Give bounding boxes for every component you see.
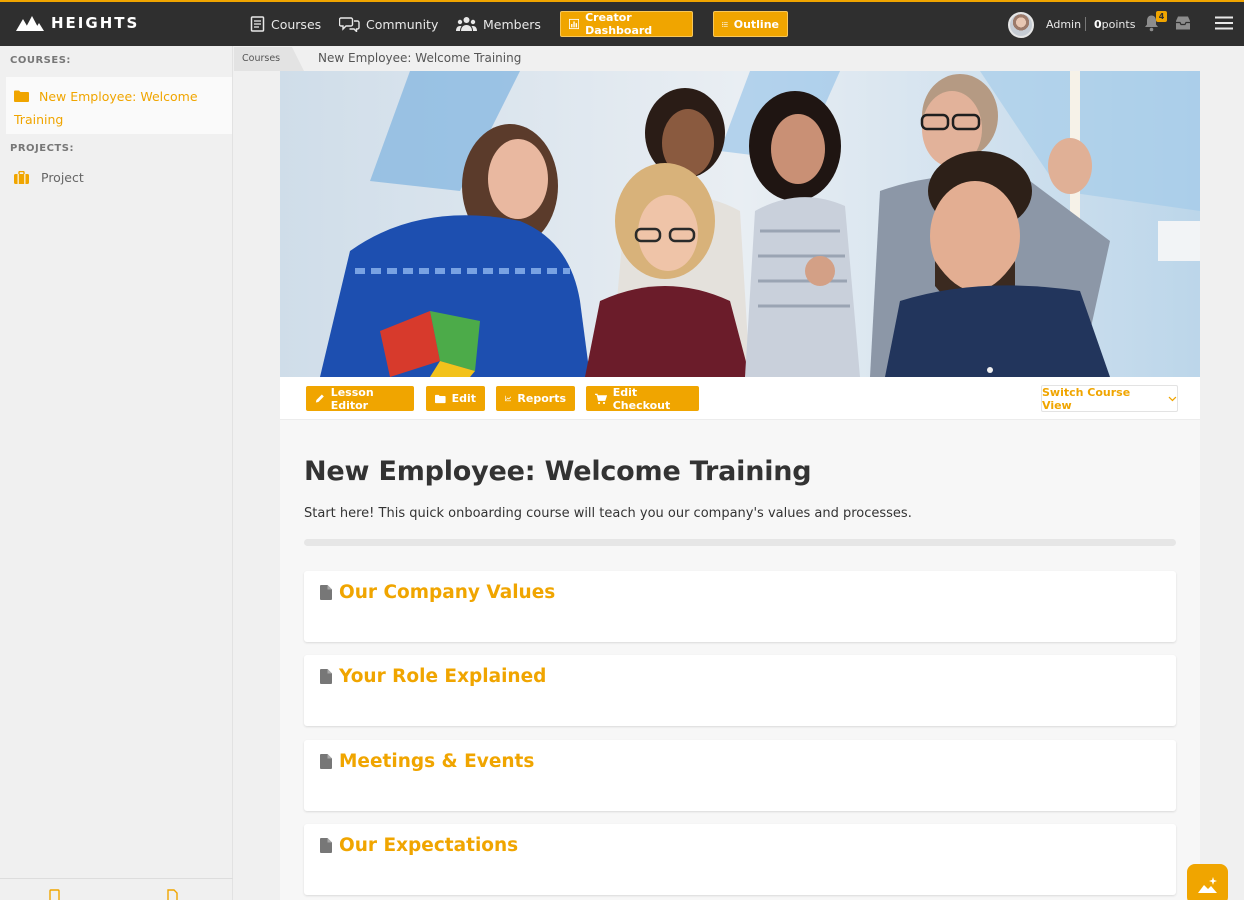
book-icon[interactable] [49,889,60,900]
breadcrumb-current: New Employee: Welcome Training [318,51,522,65]
sidebar-item-project[interactable]: Project [14,170,84,185]
nav-community-label: Community [366,16,439,32]
course-toolbar: Lesson Editor Edit Reports Edit Checkout… [280,377,1200,420]
sidebar: COURSES: New Employee: Welcome Training … [0,46,233,900]
sidebar-courses-heading: COURSES: [10,55,71,66]
lesson-title[interactable]: Our Expectations [339,835,518,856]
line-chart-icon [505,395,512,402]
course-banner-image [280,71,1200,377]
course-description: Start here! This quick onboarding course… [304,506,912,521]
hamburger-menu-icon[interactable] [1215,16,1233,30]
reports-label: Reports [517,392,566,405]
sidebar-project-label: Project [41,170,84,185]
points-display[interactable]: 0points [1094,18,1135,31]
inbox-icon[interactable] [1174,15,1192,31]
lesson-card[interactable]: Our Expectations [304,824,1176,895]
switch-course-view-dropdown[interactable]: Switch Course View [1041,385,1178,412]
page-title: New Employee: Welcome Training [304,456,812,487]
lesson-card[interactable]: Our Company Values [304,571,1176,642]
breadcrumb-courses[interactable]: Courses [234,47,304,71]
document-icon [320,838,332,853]
lesson-editor-label: Lesson Editor [330,385,374,412]
sidebar-projects-heading: PROJECTS: [10,143,74,154]
cart-icon [595,393,607,404]
course-progress-bar [304,539,1176,546]
reports-button[interactable]: Reports [496,386,575,411]
points-value: 0 [1094,18,1102,31]
folder-icon [435,394,446,403]
lesson-card[interactable]: Meetings & Events [304,740,1176,811]
edit-label: Edit [451,392,476,405]
document-icon [320,585,332,600]
chat-bubbles-icon [339,17,360,32]
lesson-title[interactable]: Your Role Explained [339,666,546,687]
file-icon[interactable] [167,889,178,900]
lesson-editor-button[interactable]: Lesson Editor [306,385,414,412]
nav-community[interactable]: Community [339,13,438,35]
chevron-down-icon [1168,396,1177,401]
creator-dashboard-button[interactable]: Creator Dashboard [560,11,693,37]
lesson-title[interactable]: Meetings & Events [339,751,534,772]
pencil-icon [315,394,324,403]
sparkle-image-icon [1197,876,1217,893]
document-icon [320,669,332,684]
outline-button[interactable]: Outline [713,11,788,37]
briefcase-icon [14,171,29,184]
list-icon [722,21,728,27]
points-label: points [1101,18,1136,31]
divider [1085,17,1086,31]
top-navigation-bar: HEIGHTS Courses Community Members Creato… [0,0,1244,46]
course-content: New Employee: Welcome Training Start her… [280,420,1200,900]
outline-label: Outline [733,17,779,31]
mountain-icon [16,16,44,31]
sidebar-course-label: New Employee: Welcome Training [14,89,198,127]
document-icon [320,754,332,769]
nav-courses[interactable]: Courses [250,13,321,35]
edit-button[interactable]: Edit [426,386,485,411]
lesson-card[interactable]: Your Role Explained [304,655,1176,726]
switch-course-view-label: Switch Course View [1042,385,1131,412]
lesson-title[interactable]: Our Company Values [339,582,555,603]
edit-checkout-button[interactable]: Edit Checkout [586,385,699,412]
ai-assistant-button[interactable] [1187,864,1228,900]
bar-chart-icon [569,18,580,30]
nav-courses-label: Courses [271,16,322,32]
team-photo-illustration [280,71,1200,377]
nav-members[interactable]: Members [456,13,541,35]
sidebar-footer [0,878,233,900]
heights-logo[interactable]: HEIGHTS [16,14,139,32]
sidebar-item-course[interactable]: New Employee: Welcome Training [6,77,232,134]
avatar[interactable] [1008,12,1034,38]
edit-checkout-label: Edit Checkout [612,385,671,412]
notification-badge: 4 [1156,11,1167,22]
folder-icon [14,90,29,102]
creator-dashboard-label: Creator Dashboard [585,11,653,37]
brand-name: HEIGHTS [51,14,140,32]
book-icon [250,16,265,32]
nav-members-label: Members [483,16,541,32]
user-name[interactable]: Admin [1046,18,1081,31]
members-icon [456,17,477,31]
